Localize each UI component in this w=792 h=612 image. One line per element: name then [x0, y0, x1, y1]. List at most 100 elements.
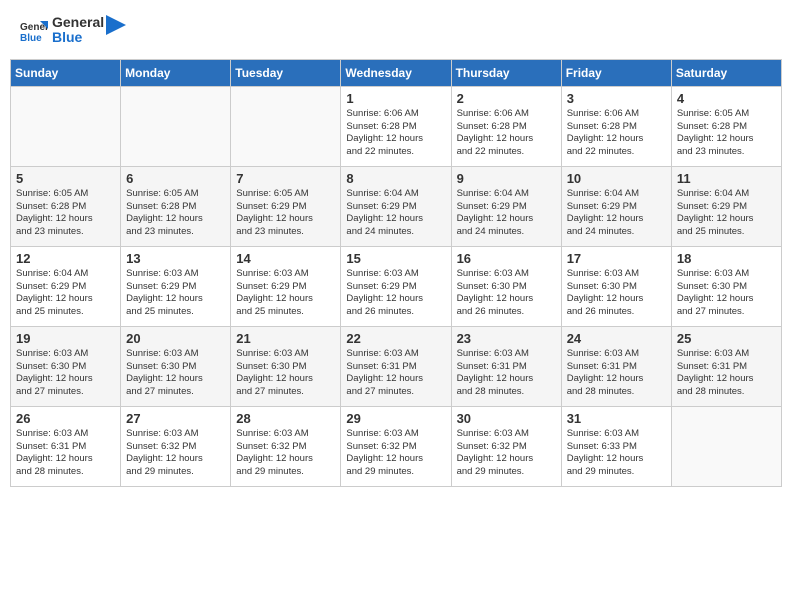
page-header: General Blue General Blue	[10, 10, 782, 51]
day-number: 2	[457, 91, 556, 106]
calendar-week-row: 19 Sunrise: 6:03 AM Sunset: 6:30 PM Dayli…	[11, 326, 782, 406]
calendar-cell: 12 Sunrise: 6:04 AM Sunset: 6:29 PM Dayli…	[11, 246, 121, 326]
day-number: 4	[677, 91, 776, 106]
calendar-cell: 18 Sunrise: 6:03 AM Sunset: 6:30 PM Dayli…	[671, 246, 781, 326]
day-info: Sunrise: 6:03 AM Sunset: 6:32 PM Dayligh…	[236, 428, 335, 479]
calendar-cell: 20Sunrise: 6:03 AM Sunset: 6:30 PM Dayli…	[121, 326, 231, 406]
day-info: Sunrise: 6:04 AM Sunset: 6:29 PM Dayligh…	[16, 268, 115, 319]
day-info: Sunrise: 6:03 AM Sunset: 6:32 PM Dayligh…	[457, 428, 556, 479]
calendar-cell: 22Sunrise: 6:03 AM Sunset: 6:31 PM Dayli…	[341, 326, 451, 406]
calendar-cell: 23Sunrise: 6:03 AM Sunset: 6:31 PM Dayli…	[451, 326, 561, 406]
day-info: Sunrise: 6:05 AM Sunset: 6:29 PM Dayligh…	[236, 188, 335, 239]
logo-arrow-icon	[106, 15, 126, 35]
calendar-week-row: 5 Sunrise: 6:05 AM Sunset: 6:28 PM Daylig…	[11, 166, 782, 246]
calendar-cell: 8Sunrise: 6:04 AM Sunset: 6:29 PM Daylig…	[341, 166, 451, 246]
calendar-cell: 6Sunrise: 6:05 AM Sunset: 6:28 PM Daylig…	[121, 166, 231, 246]
calendar-cell: 19 Sunrise: 6:03 AM Sunset: 6:30 PM Dayli…	[11, 326, 121, 406]
day-number: 26	[16, 411, 115, 426]
calendar-cell: 16 Sunrise: 6:03 AM Sunset: 6:30 PM Dayli…	[451, 246, 561, 326]
calendar-header-row: SundayMondayTuesdayWednesdayThursdayFrid…	[11, 59, 782, 86]
day-info: Sunrise: 6:04 AM Sunset: 6:29 PM Dayligh…	[457, 188, 556, 239]
day-header-wednesday: Wednesday	[341, 59, 451, 86]
day-number: 14	[236, 251, 335, 266]
calendar-cell: 28Sunrise: 6:03 AM Sunset: 6:32 PM Dayli…	[231, 406, 341, 486]
calendar-cell: 25 Sunrise: 6:03 AM Sunset: 6:31 PM Dayli…	[671, 326, 781, 406]
day-number: 11	[677, 171, 776, 186]
day-number: 15	[346, 251, 445, 266]
calendar-cell: 9Sunrise: 6:04 AM Sunset: 6:29 PM Daylig…	[451, 166, 561, 246]
day-info: Sunrise: 6:05 AM Sunset: 6:28 PM Dayligh…	[126, 188, 225, 239]
day-info: Sunrise: 6:04 AM Sunset: 6:29 PM Dayligh…	[677, 188, 776, 239]
calendar-cell: 30 Sunrise: 6:03 AM Sunset: 6:32 PM Dayli…	[451, 406, 561, 486]
day-info: Sunrise: 6:03 AM Sunset: 6:29 PM Dayligh…	[236, 268, 335, 319]
logo-icon: General Blue	[20, 16, 48, 44]
calendar-cell: 7 Sunrise: 6:05 AM Sunset: 6:29 PM Daylig…	[231, 166, 341, 246]
calendar-cell: 10 Sunrise: 6:04 AM Sunset: 6:29 PM Dayli…	[561, 166, 671, 246]
day-header-thursday: Thursday	[451, 59, 561, 86]
day-header-monday: Monday	[121, 59, 231, 86]
day-number: 3	[567, 91, 666, 106]
day-info: Sunrise: 6:05 AM Sunset: 6:28 PM Dayligh…	[16, 188, 115, 239]
day-info: Sunrise: 6:03 AM Sunset: 6:32 PM Dayligh…	[126, 428, 225, 479]
day-number: 10	[567, 171, 666, 186]
calendar-cell: 3Sunrise: 6:06 AM Sunset: 6:28 PM Daylig…	[561, 86, 671, 166]
calendar-cell: 1 Sunrise: 6:06 AM Sunset: 6:28 PM Daylig…	[341, 86, 451, 166]
day-number: 30	[457, 411, 556, 426]
calendar-cell	[11, 86, 121, 166]
day-info: Sunrise: 6:03 AM Sunset: 6:31 PM Dayligh…	[677, 348, 776, 399]
day-header-sunday: Sunday	[11, 59, 121, 86]
svg-text:Blue: Blue	[20, 33, 42, 44]
calendar-cell: 21 Sunrise: 6:03 AM Sunset: 6:30 PM Dayli…	[231, 326, 341, 406]
day-number: 12	[16, 251, 115, 266]
calendar-week-row: 1 Sunrise: 6:06 AM Sunset: 6:28 PM Daylig…	[11, 86, 782, 166]
calendar-cell	[671, 406, 781, 486]
calendar-cell: 27 Sunrise: 6:03 AM Sunset: 6:32 PM Dayli…	[121, 406, 231, 486]
day-number: 7	[236, 171, 335, 186]
day-info: Sunrise: 6:03 AM Sunset: 6:29 PM Dayligh…	[346, 268, 445, 319]
day-info: Sunrise: 6:03 AM Sunset: 6:29 PM Dayligh…	[126, 268, 225, 319]
day-number: 8	[346, 171, 445, 186]
calendar-cell: 13 Sunrise: 6:03 AM Sunset: 6:29 PM Dayli…	[121, 246, 231, 326]
calendar-cell: 24 Sunrise: 6:03 AM Sunset: 6:31 PM Dayli…	[561, 326, 671, 406]
day-info: Sunrise: 6:03 AM Sunset: 6:30 PM Dayligh…	[236, 348, 335, 399]
day-number: 23	[457, 331, 556, 346]
day-number: 25	[677, 331, 776, 346]
calendar-week-row: 12 Sunrise: 6:04 AM Sunset: 6:29 PM Dayli…	[11, 246, 782, 326]
day-number: 29	[346, 411, 445, 426]
calendar-cell: 5 Sunrise: 6:05 AM Sunset: 6:28 PM Daylig…	[11, 166, 121, 246]
calendar-cell: 29 Sunrise: 6:03 AM Sunset: 6:32 PM Dayli…	[341, 406, 451, 486]
day-number: 24	[567, 331, 666, 346]
calendar-cell	[231, 86, 341, 166]
logo: General Blue General Blue	[20, 15, 126, 46]
day-header-saturday: Saturday	[671, 59, 781, 86]
calendar-cell: 14 Sunrise: 6:03 AM Sunset: 6:29 PM Dayli…	[231, 246, 341, 326]
day-header-friday: Friday	[561, 59, 671, 86]
day-info: Sunrise: 6:04 AM Sunset: 6:29 PM Dayligh…	[567, 188, 666, 239]
day-info: Sunrise: 6:06 AM Sunset: 6:28 PM Dayligh…	[346, 108, 445, 159]
day-number: 1	[346, 91, 445, 106]
day-info: Sunrise: 6:06 AM Sunset: 6:28 PM Dayligh…	[457, 108, 556, 159]
day-number: 13	[126, 251, 225, 266]
day-number: 19	[16, 331, 115, 346]
day-info: Sunrise: 6:03 AM Sunset: 6:32 PM Dayligh…	[346, 428, 445, 479]
day-number: 31	[567, 411, 666, 426]
logo-blue: Blue	[52, 30, 104, 45]
day-number: 21	[236, 331, 335, 346]
day-number: 16	[457, 251, 556, 266]
day-number: 18	[677, 251, 776, 266]
day-info: Sunrise: 6:03 AM Sunset: 6:30 PM Dayligh…	[457, 268, 556, 319]
day-info: Sunrise: 6:03 AM Sunset: 6:30 PM Dayligh…	[16, 348, 115, 399]
day-number: 5	[16, 171, 115, 186]
day-info: Sunrise: 6:03 AM Sunset: 6:31 PM Dayligh…	[567, 348, 666, 399]
day-info: Sunrise: 6:03 AM Sunset: 6:30 PM Dayligh…	[677, 268, 776, 319]
calendar-cell	[121, 86, 231, 166]
calendar-cell: 2 Sunrise: 6:06 AM Sunset: 6:28 PM Daylig…	[451, 86, 561, 166]
day-number: 27	[126, 411, 225, 426]
day-info: Sunrise: 6:03 AM Sunset: 6:30 PM Dayligh…	[126, 348, 225, 399]
calendar-cell: 26 Sunrise: 6:03 AM Sunset: 6:31 PM Dayli…	[11, 406, 121, 486]
calendar-table: SundayMondayTuesdayWednesdayThursdayFrid…	[10, 59, 782, 487]
day-info: Sunrise: 6:03 AM Sunset: 6:33 PM Dayligh…	[567, 428, 666, 479]
day-info: Sunrise: 6:03 AM Sunset: 6:31 PM Dayligh…	[16, 428, 115, 479]
calendar-week-row: 26 Sunrise: 6:03 AM Sunset: 6:31 PM Dayli…	[11, 406, 782, 486]
day-number: 22	[346, 331, 445, 346]
